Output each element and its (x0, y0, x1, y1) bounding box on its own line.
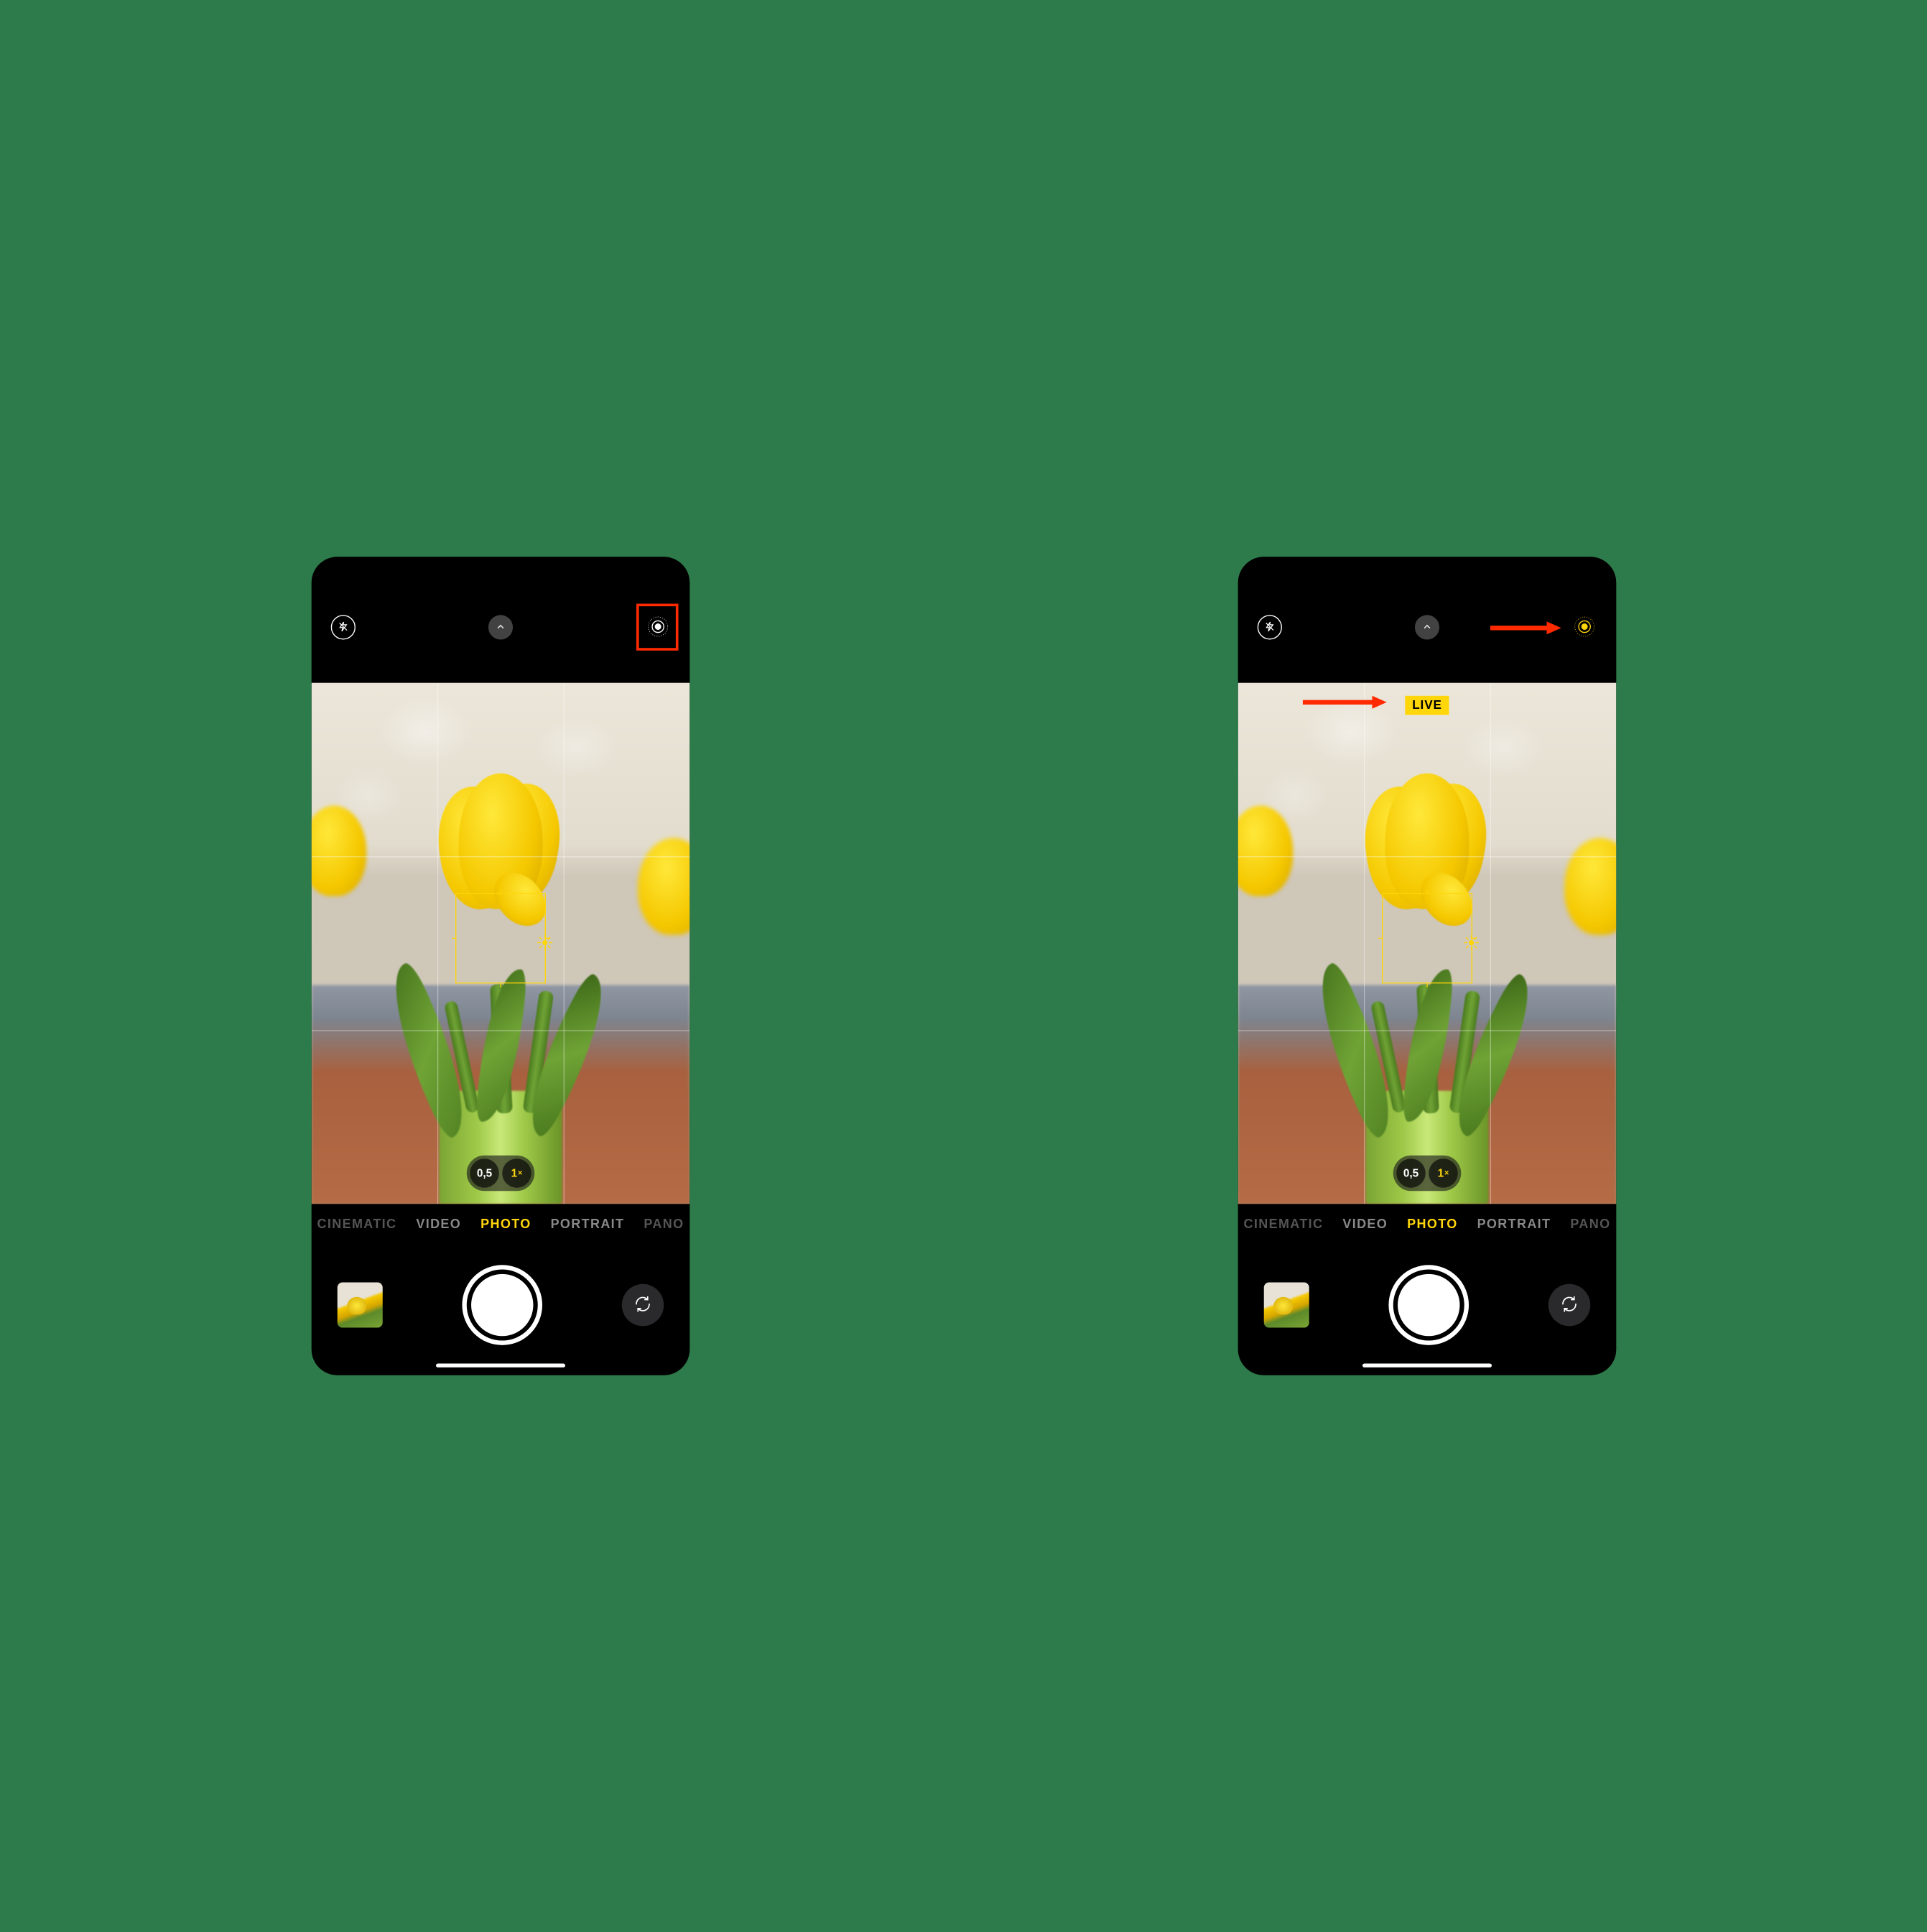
home-indicator[interactable] (436, 1364, 565, 1367)
zoom-suffix: × (518, 1169, 522, 1178)
mode-photo[interactable]: PHOTO (1407, 1217, 1457, 1231)
zoom-suffix: × (1444, 1169, 1449, 1178)
camera-bottom-bar: CINEMATIC VIDEO PHOTO PORTRAIT PANO (1238, 1204, 1616, 1375)
sun-icon[interactable] (1463, 935, 1479, 951)
home-indicator[interactable] (1362, 1364, 1492, 1367)
phone-screen-left: 0,5 1× CINEMATIC VIDEO PHOTO PORTRAIT PA… (311, 557, 689, 1375)
mode-cinematic[interactable]: CINEMATIC (1243, 1217, 1323, 1231)
notch (1359, 557, 1495, 582)
grid-line (1364, 683, 1365, 1204)
last-photo-thumbnail[interactable] (337, 1282, 382, 1327)
grid-line (437, 683, 438, 1204)
zoom-label: 0,5 (1403, 1167, 1418, 1180)
camera-flip-button[interactable] (1548, 1284, 1590, 1327)
grid-line (563, 683, 564, 1204)
mode-portrait[interactable]: PORTRAIT (550, 1217, 624, 1231)
zoom-label: 1 (1437, 1167, 1444, 1180)
camera-flip-icon (1559, 1294, 1579, 1315)
grid-line (1238, 857, 1616, 858)
notch (432, 557, 568, 582)
focus-indicator[interactable] (1382, 893, 1472, 983)
grid-line (311, 1030, 689, 1031)
chevron-up-icon (1422, 622, 1432, 633)
camera-options-button[interactable] (488, 615, 512, 639)
mode-portrait[interactable]: PORTRAIT (1477, 1217, 1551, 1231)
grid-line (1238, 1030, 1616, 1031)
last-photo-thumbnail[interactable] (1263, 1282, 1309, 1327)
annotation-arrow (1490, 620, 1561, 638)
sun-icon[interactable] (537, 935, 552, 951)
shutter-button[interactable] (1393, 1269, 1464, 1340)
zoom-label: 0,5 (476, 1167, 491, 1180)
grid-line (311, 857, 689, 858)
flash-button[interactable] (1257, 615, 1281, 639)
zoom-option-0-5[interactable]: 0,5 (470, 1158, 499, 1188)
flash-off-icon (1264, 621, 1275, 634)
zoom-selector: 0,5 1× (1393, 1156, 1461, 1192)
phone-screen-right: LIVE 0,5 1× CINEMATIC VIDEO PHOTO PORTRA… (1238, 557, 1616, 1375)
camera-viewfinder[interactable]: 0,5 1× (311, 683, 689, 1204)
mode-selector[interactable]: CINEMATIC VIDEO PHOTO PORTRAIT PANO (1238, 1204, 1616, 1235)
zoom-label: 1 (511, 1167, 517, 1180)
mode-pano[interactable]: PANO (1570, 1217, 1610, 1231)
annotation-arrow (1302, 695, 1386, 712)
camera-flip-icon (633, 1294, 652, 1315)
live-photo-button[interactable] (1572, 615, 1597, 639)
mode-video[interactable]: VIDEO (1342, 1217, 1388, 1231)
flash-button[interactable] (330, 615, 355, 639)
mode-pano[interactable]: PANO (644, 1217, 684, 1231)
mode-photo[interactable]: PHOTO (480, 1217, 531, 1231)
zoom-selector: 0,5 1× (466, 1156, 534, 1192)
camera-options-button[interactable] (1414, 615, 1439, 639)
annotation-highlight-box (636, 604, 679, 651)
flash-off-icon (338, 621, 348, 634)
chevron-up-icon (496, 622, 506, 633)
mode-video[interactable]: VIDEO (416, 1217, 461, 1231)
zoom-option-0-5[interactable]: 0,5 (1396, 1158, 1426, 1188)
live-badge: LIVE (1405, 696, 1449, 715)
camera-viewfinder[interactable]: LIVE 0,5 1× (1238, 683, 1616, 1204)
mode-cinematic[interactable]: CINEMATIC (317, 1217, 396, 1231)
camera-flip-button[interactable] (621, 1284, 664, 1327)
camera-bottom-bar: CINEMATIC VIDEO PHOTO PORTRAIT PANO (311, 1204, 689, 1375)
zoom-option-1x[interactable]: 1× (1429, 1158, 1458, 1188)
focus-indicator[interactable] (455, 893, 546, 983)
zoom-option-1x[interactable]: 1× (502, 1158, 531, 1188)
live-photo-icon (1572, 615, 1595, 640)
shutter-button[interactable] (466, 1269, 537, 1340)
mode-selector[interactable]: CINEMATIC VIDEO PHOTO PORTRAIT PANO (311, 1204, 689, 1235)
